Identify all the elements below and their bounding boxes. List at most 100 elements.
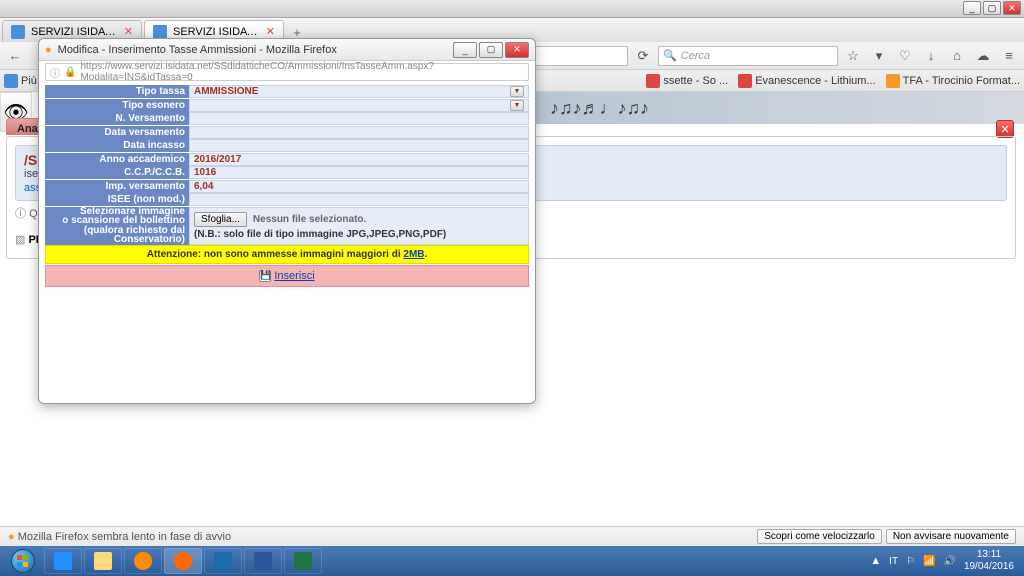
field-tipo-tassa[interactable]: AMMISSIONE ▼: [189, 85, 529, 98]
modal-titlebar[interactable]: ● Modifica - Inserimento Tasse Ammission…: [39, 39, 535, 61]
warning-row: Attenzione: non sono ammesse immagini ma…: [45, 245, 529, 264]
action-center-icon[interactable]: ⚐: [906, 556, 915, 567]
modal-url-bar: ⓘ 🔒 https://www.servizi.isidata.net/SSdi…: [39, 61, 535, 83]
folder-icon: [94, 552, 112, 570]
back-button[interactable]: ←: [4, 45, 26, 67]
home-icon[interactable]: ⌂: [946, 45, 968, 67]
label-data-versamento: Data versamento: [45, 126, 189, 139]
close-button[interactable]: ✕: [1003, 1, 1021, 15]
task-word[interactable]: [244, 548, 282, 574]
field-data-incasso[interactable]: [189, 139, 529, 152]
firefox-icon: ●: [8, 531, 15, 543]
label-data-incasso: Data incasso: [45, 139, 189, 152]
clock[interactable]: 13:11 19/04/2016: [964, 549, 1014, 573]
bookmark-label: Evanescence - Lithium...: [755, 75, 875, 87]
field-tipo-esonero[interactable]: ▼: [189, 99, 529, 112]
row-data-incasso: Data incasso: [45, 139, 529, 152]
browse-button[interactable]: Sfoglia...: [194, 212, 247, 227]
modal-close-button[interactable]: ✕: [505, 42, 529, 58]
bookmark-item-1[interactable]: ssette - So ...: [646, 74, 728, 88]
row-n-versamento: N. Versamento: [45, 112, 529, 125]
bookmark-item-2[interactable]: Evanescence - Lithium...: [738, 74, 875, 88]
modal-minimize-button[interactable]: _: [453, 42, 477, 58]
language-indicator[interactable]: IT: [889, 556, 898, 567]
firefox-icon: [174, 552, 192, 570]
dismiss-button[interactable]: Non avvisare nuovamente: [886, 529, 1016, 544]
field-isee: [189, 193, 529, 206]
windows-logo-icon: [11, 549, 35, 573]
bookmark-icon: [646, 74, 660, 88]
tab-close-icon[interactable]: ✕: [266, 25, 275, 38]
media-icon: [134, 552, 152, 570]
modal-maximize-button[interactable]: ▢: [479, 42, 503, 58]
excel-icon: [294, 552, 312, 570]
tray-expand-icon[interactable]: ▲: [870, 555, 881, 567]
file-status-text: Nessun file selezionato.: [253, 214, 366, 225]
file-note-text: (N.B.: solo file di tipo immagine JPG,JP…: [194, 229, 446, 240]
downloads-icon[interactable]: ↓: [920, 45, 942, 67]
tab-title-0: SERVIZI ISIDATA - Didattica Co...: [31, 26, 118, 38]
search-placeholder: Cerca: [681, 50, 710, 62]
form-area: Tipo tassa AMMISSIONE ▼ Tipo esonero ▼ N…: [39, 83, 535, 289]
modal-title-text: Modifica - Inserimento Tasse Ammissioni …: [58, 44, 447, 56]
task-media[interactable]: [124, 548, 162, 574]
label-isee: ISEE (non mod.): [45, 193, 189, 206]
warning-text: Attenzione: non sono ammesse immagini ma…: [147, 249, 404, 260]
field-ccp[interactable]: 1016: [189, 166, 529, 179]
bookmark-label: TFA - Tirocinio Format...: [903, 75, 1020, 87]
youtube-icon: [738, 74, 752, 88]
taskbar: ▲ IT ⚐ 📶 🔊 13:11 19/04/2016: [0, 546, 1024, 576]
task-ie[interactable]: [44, 548, 82, 574]
tab-close-icon[interactable]: ✕: [124, 25, 133, 38]
maximize-button[interactable]: ▢: [983, 1, 1001, 15]
field-imp-versamento[interactable]: 6,04: [189, 180, 529, 193]
insert-button[interactable]: Inserisci: [274, 270, 314, 282]
label-tipo-tassa: Tipo tassa: [45, 85, 189, 98]
bookmark-icon: [4, 74, 18, 88]
bookmark-label: ssette - So ...: [663, 75, 728, 87]
field-anno-accademico[interactable]: 2016/2017: [189, 153, 529, 166]
sync-icon[interactable]: ☁: [972, 45, 994, 67]
task-explorer[interactable]: [84, 548, 122, 574]
row-imp-versamento: Imp. versamento 6,04: [45, 180, 529, 193]
warning-link[interactable]: 2MB: [403, 249, 424, 260]
field-n-versamento[interactable]: [189, 112, 529, 125]
field-data-versamento[interactable]: [189, 126, 529, 139]
ie-icon: [54, 552, 72, 570]
task-app1[interactable]: [204, 548, 242, 574]
dropdown-icon[interactable]: ▼: [510, 100, 524, 111]
info-bar: ● Mozilla Firefox sembra lento in fase d…: [0, 526, 1024, 546]
heart-icon[interactable]: ♡: [894, 45, 916, 67]
value-tipo-tassa: AMMISSIONE: [194, 86, 258, 97]
info-bar-text: ● Mozilla Firefox sembra lento in fase d…: [8, 531, 231, 543]
volume-icon[interactable]: 🔊: [943, 556, 955, 567]
row-image-upload: Selezionare immagine o scansione del bol…: [45, 207, 529, 245]
network-icon[interactable]: 📶: [923, 556, 935, 567]
pocket-icon[interactable]: ▾: [868, 45, 890, 67]
window-chrome: _ ▢ ✕: [0, 0, 1024, 18]
search-icon: 🔍: [663, 49, 677, 62]
bookmark-item-3[interactable]: TFA - Tirocinio Format...: [886, 74, 1020, 88]
action-row: Inserisci: [45, 265, 529, 287]
task-excel[interactable]: [284, 548, 322, 574]
system-tray: ▲ IT ⚐ 📶 🔊 13:11 19/04/2016: [870, 549, 1020, 573]
row-anno-accademico: Anno accademico 2016/2017: [45, 153, 529, 166]
menu-icon[interactable]: ≡: [998, 45, 1020, 67]
bookmark-icon: [886, 74, 900, 88]
main-browser-window: _ ▢ ✕ SERVIZI ISIDATA - Didattica Co... …: [0, 0, 1024, 576]
tab-icon: [11, 25, 25, 39]
start-button[interactable]: [4, 547, 42, 575]
task-firefox[interactable]: [164, 548, 202, 574]
search-bar[interactable]: 🔍 Cerca: [658, 46, 838, 66]
row-data-versamento: Data versamento: [45, 126, 529, 139]
refresh-button[interactable]: ⟳: [632, 45, 654, 67]
speedup-button[interactable]: Scopri come velocizzarlo: [757, 529, 882, 544]
word-icon: [254, 552, 272, 570]
minimize-button[interactable]: _: [963, 1, 981, 15]
bookmark-star-icon[interactable]: ☆: [842, 45, 864, 67]
row-isee: ISEE (non mod.): [45, 193, 529, 206]
modal-address-field[interactable]: ⓘ 🔒 https://www.servizi.isidata.net/SSdi…: [45, 63, 529, 81]
field-image-upload: Sfoglia... Nessun file selezionato. (N.B…: [189, 207, 529, 245]
dropdown-icon[interactable]: ▼: [510, 86, 524, 97]
clock-time: 13:11: [964, 549, 1014, 561]
